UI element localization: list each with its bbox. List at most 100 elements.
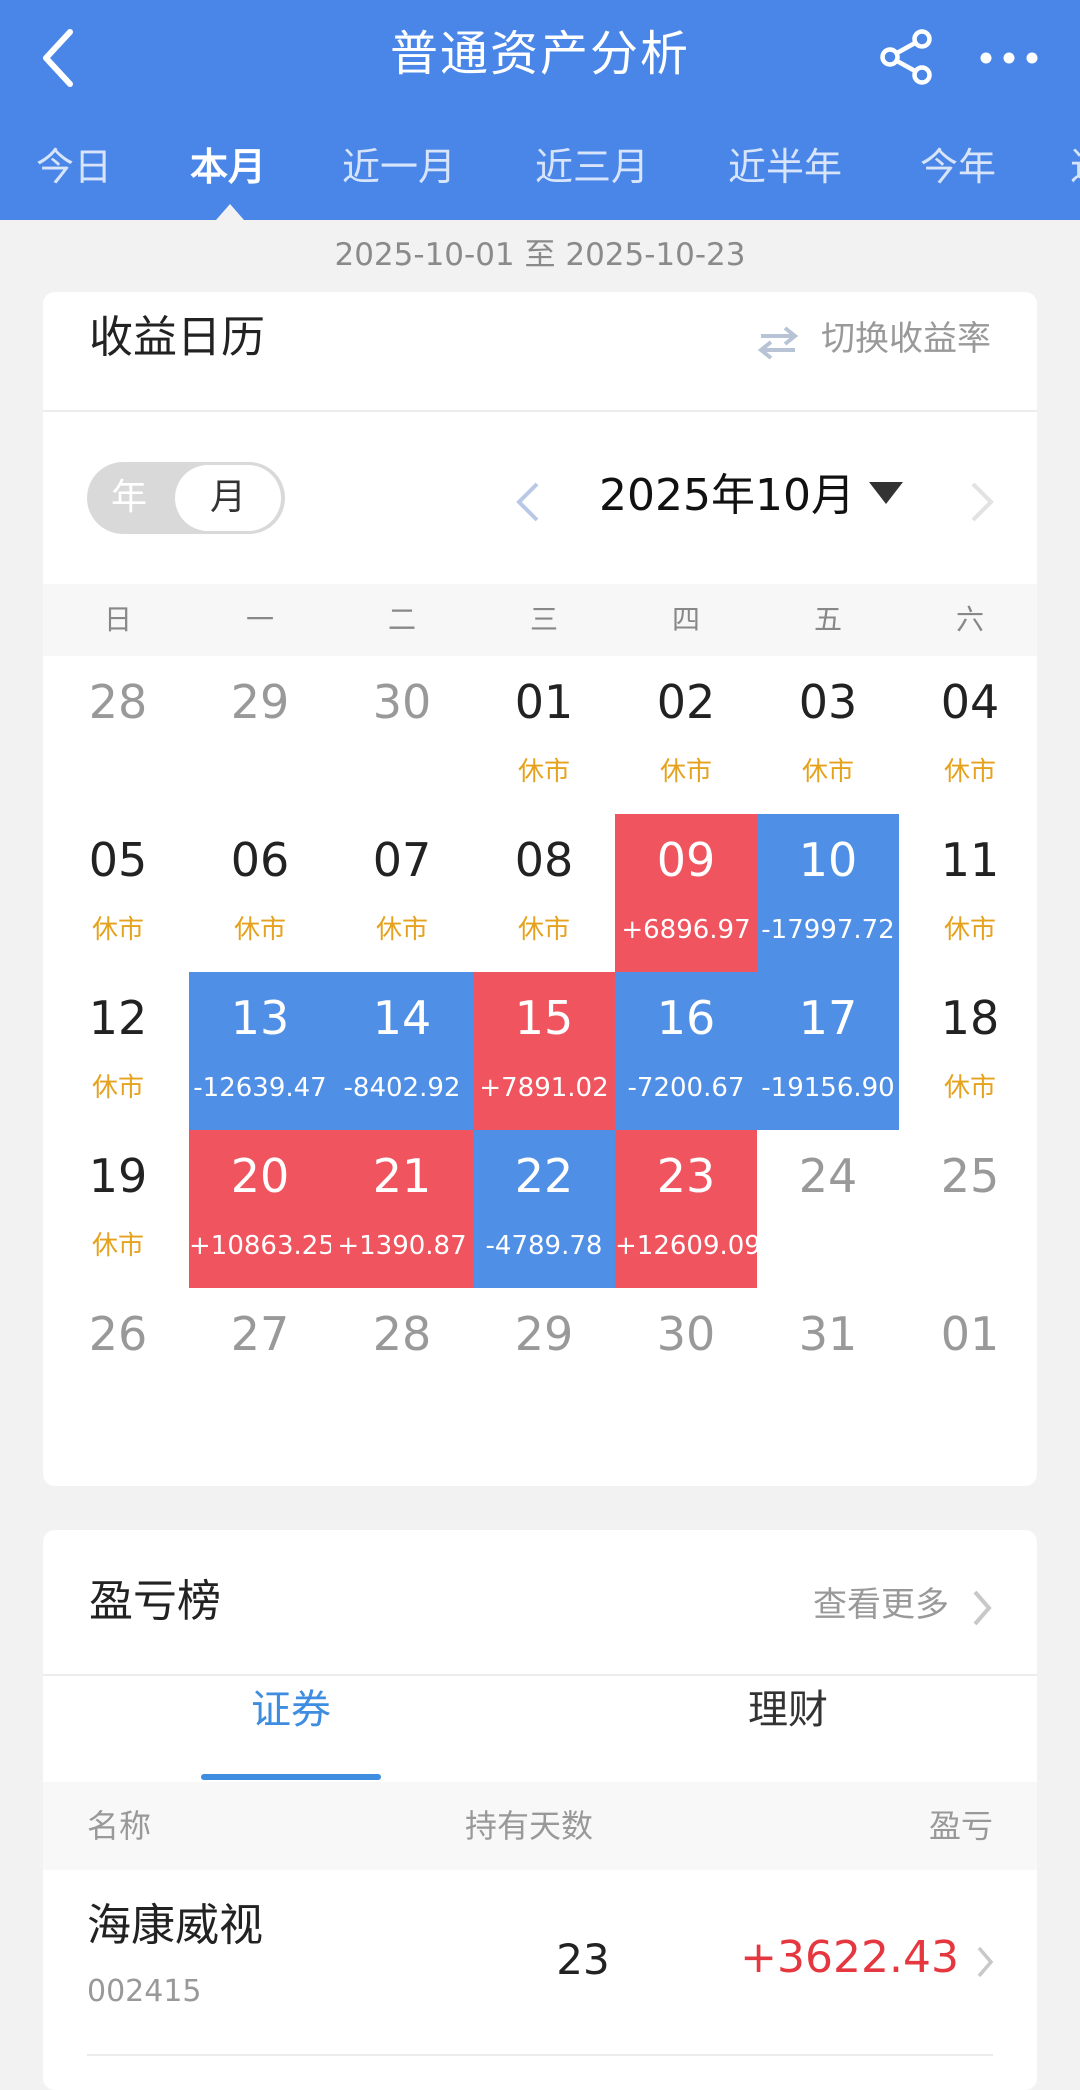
day-number: 02 [656,675,716,729]
calendar-day[interactable]: 03 休市 [757,656,899,814]
calendar-day[interactable]: 12 休市 [47,972,189,1130]
chevron-right-icon[interactable] [975,1944,995,1980]
calendar-day[interactable]: 23 +12609.09 [615,1130,761,1288]
column-days: 持有天数 [465,1807,594,1845]
daily-profit: +6896.97 [621,915,751,945]
app-header: 普通资产分析 今日 本月 近一月 近三月 近半年 今年 近 [0,0,1080,220]
tab-wealth-management[interactable]: 理财 [638,1680,938,1740]
market-closed-label: 休市 [375,915,428,945]
stock-name: 海康威视 [87,1900,263,1951]
weekday-label: 六 [955,603,984,636]
month-dropdown-icon[interactable] [869,482,903,504]
day-number: 30 [372,675,432,729]
calendar-day[interactable]: 09 +6896.97 [615,814,757,972]
calendar-day[interactable]: 16 -7200.67 [615,972,757,1130]
calendar-day[interactable]: 18 休市 [899,972,1041,1130]
daily-profit: -19156.90 [761,1073,895,1103]
calendar-day: 30 [331,656,473,814]
weekday-label: 日 [103,603,132,636]
daily-profit: +7891.02 [479,1073,609,1103]
daily-profit: +12609.09 [615,1231,761,1261]
day-number: 20 [230,1149,290,1203]
more-options-icon[interactable] [978,46,1040,70]
calendar-day[interactable]: 19 休市 [47,1130,189,1288]
calendar-day[interactable]: 05 休市 [47,814,189,972]
weekday-label: 五 [813,603,842,636]
day-number: 05 [88,833,148,887]
market-closed-label: 休市 [517,915,570,945]
calendar-day: 24 [757,1130,899,1288]
calendar-day[interactable]: 15 +7891.02 [473,972,615,1130]
day-number: 09 [656,833,716,887]
tab-this-year[interactable]: 今年 [920,142,996,192]
active-tab-indicator [216,204,244,220]
day-number: 24 [798,1149,858,1203]
switch-rate-button[interactable]: 切换收益率 [821,314,991,364]
market-closed-label: 休市 [943,1073,996,1103]
day-number: 13 [230,991,290,1045]
date-range: 2025-10-01 至 2025-10-23 [334,237,746,273]
calendar-day[interactable]: 22 -4789.78 [473,1130,615,1288]
day-number: 28 [88,675,148,729]
day-number: 21 [372,1149,432,1203]
daily-profit: -12639.47 [193,1073,327,1103]
toggle-month[interactable]: 月 [175,465,281,531]
day-number: 07 [372,833,432,887]
market-closed-label: 休市 [943,757,996,787]
period-tabs: 今日 本月 近一月 近三月 近半年 今年 近 [0,130,1080,220]
prev-month-icon[interactable] [513,480,543,524]
profit-loss-value: +3622.43 [740,1932,959,1983]
chevron-right-icon[interactable] [971,1588,993,1628]
day-number: 12 [88,991,148,1045]
calendar-day[interactable]: 04 休市 [899,656,1041,814]
day-number: 10 [798,833,858,887]
tab-last-three-months[interactable]: 近三月 [535,142,649,192]
current-month[interactable]: 2025年10月 [599,464,855,528]
calendar-day: 26 [47,1288,189,1446]
day-number: 19 [88,1149,148,1203]
holding-days: 23 [556,1935,610,1984]
day-number: 23 [656,1149,716,1203]
tab-last-half-year[interactable]: 近半年 [728,142,842,192]
calendar-day: 01 [899,1288,1041,1446]
weekday-label: 一 [245,603,274,636]
switch-arrows-icon[interactable] [757,322,799,364]
calendar-day: 29 [189,656,331,814]
tab-more[interactable]: 近 [1070,142,1080,192]
calendar-day[interactable]: 13 -12639.47 [189,972,331,1130]
market-closed-label: 休市 [659,757,712,787]
daily-profit: -17997.72 [761,915,895,945]
column-pnl: 盈亏 [928,1807,993,1845]
calendar-day[interactable]: 10 -17997.72 [757,814,899,972]
next-month-icon[interactable] [967,480,997,524]
calendar-day[interactable]: 07 休市 [331,814,473,972]
toggle-year[interactable]: 年 [111,462,147,534]
calendar-day[interactable]: 21 +1390.87 [331,1130,473,1288]
view-more-button[interactable]: 查看更多 [813,1580,949,1630]
day-number: 04 [940,675,1000,729]
profit-calendar-card: 收益日历 切换收益率 年 月 2025年10月 日 一 二 三 四 五 六 28… [43,292,1037,1486]
calendar-day[interactable]: 02 休市 [615,656,757,814]
calendar-day[interactable]: 14 -8402.92 [331,972,473,1130]
daily-profit: -7200.67 [627,1073,745,1103]
weekday-label: 四 [671,603,700,636]
tab-last-month[interactable]: 近一月 [342,142,456,192]
tab-securities[interactable]: 证券 [141,1680,441,1740]
calendar-day: 31 [757,1288,899,1446]
day-number: 16 [656,991,716,1045]
day-number: 22 [514,1149,574,1203]
calendar-day[interactable]: 20 +10863.25 [189,1130,335,1288]
calendar-day[interactable]: 08 休市 [473,814,615,972]
tab-today[interactable]: 今日 [36,142,112,192]
calendar-day[interactable]: 11 休市 [899,814,1041,972]
market-closed-label: 休市 [91,915,144,945]
year-month-toggle[interactable]: 年 月 [87,462,285,534]
calendar-day[interactable]: 01 休市 [473,656,615,814]
calendar-day[interactable]: 06 休市 [189,814,331,972]
tab-this-month[interactable]: 本月 [190,142,266,192]
calendar-day[interactable]: 17 -19156.90 [757,972,899,1130]
divider [43,1674,1037,1676]
daily-profit: -4789.78 [485,1231,603,1261]
share-icon[interactable] [878,28,936,86]
day-number: 01 [514,675,574,729]
